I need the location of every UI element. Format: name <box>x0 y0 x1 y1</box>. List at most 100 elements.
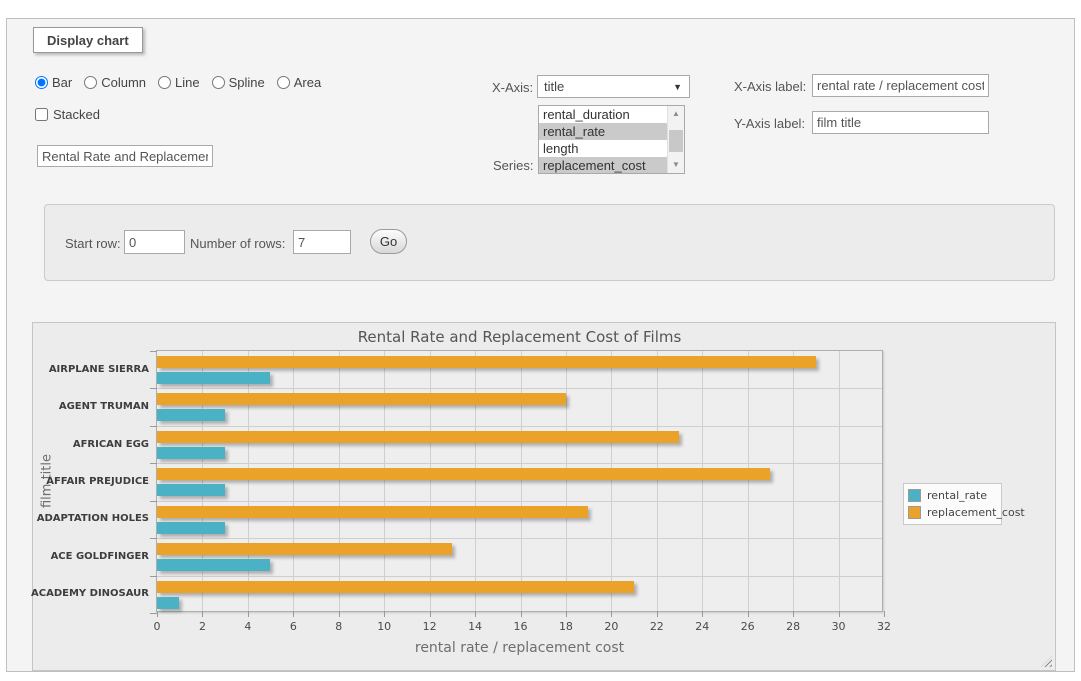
bar-replacement_cost <box>157 356 816 368</box>
chart-type-radio-area[interactable] <box>277 76 290 89</box>
series-option-length[interactable]: length <box>539 140 667 157</box>
chevron-down-icon: ▼ <box>673 82 682 92</box>
gridline <box>248 351 249 611</box>
x-tick-label: 18 <box>551 620 581 633</box>
gridline <box>657 351 658 611</box>
x-tick-label: 0 <box>142 620 172 633</box>
y-tick-mark <box>150 388 157 389</box>
gridline <box>521 351 522 611</box>
gridline <box>202 351 203 611</box>
x-tick-mark <box>657 611 658 617</box>
x-tick-mark <box>611 611 612 617</box>
x-tick-label: 14 <box>460 620 490 633</box>
legend-item-replacement_cost: replacement_cost <box>908 504 997 521</box>
x-axis-label-input[interactable] <box>812 74 989 97</box>
gridline <box>157 538 882 539</box>
number-of-rows-label: Number of rows: <box>190 236 285 251</box>
gridline <box>430 351 431 611</box>
category-label: ADAPTATION HOLES <box>25 513 149 524</box>
gridline <box>384 351 385 611</box>
gridline <box>702 351 703 611</box>
x-tick-mark <box>884 611 885 617</box>
legend-swatch-icon <box>908 489 921 502</box>
x-tick-mark <box>157 611 158 617</box>
chart-container: Rental Rate and Replacement Cost of Film… <box>32 322 1056 671</box>
x-tick-mark <box>384 611 385 617</box>
gridline <box>157 426 882 427</box>
bar-rental_rate <box>157 447 225 459</box>
category-label: ACE GOLDFINGER <box>25 551 149 562</box>
y-tick-mark <box>150 613 157 614</box>
bar-rental_rate <box>157 559 270 571</box>
y-tick-mark <box>150 426 157 427</box>
scrollbar-thumb[interactable] <box>669 130 683 152</box>
gridline <box>475 351 476 611</box>
chart-title-input[interactable] <box>37 145 213 167</box>
chart-type-radio-line[interactable] <box>158 76 171 89</box>
gridline <box>157 463 882 464</box>
gridline <box>157 501 882 502</box>
stacked-checkbox[interactable] <box>35 108 48 121</box>
x-tick-label: 16 <box>506 620 536 633</box>
x-tick-mark <box>839 611 840 617</box>
series-scrollbar[interactable]: ▲ ▼ <box>667 106 684 173</box>
chart-type-option-column[interactable]: Column <box>84 75 146 90</box>
start-row-input[interactable] <box>124 230 185 254</box>
y-tick-mark <box>150 351 157 352</box>
x-tick-label: 28 <box>778 620 808 633</box>
x-tick-mark <box>748 611 749 617</box>
number-of-rows-input[interactable] <box>293 230 351 254</box>
start-row-label: Start row: <box>65 236 121 251</box>
category-label: AGENT TRUMAN <box>25 401 149 412</box>
gridline <box>566 351 567 611</box>
go-button[interactable]: Go <box>370 229 407 254</box>
series-listbox[interactable]: rental_durationrental_ratelengthreplacem… <box>538 105 685 174</box>
chart-type-radio-column[interactable] <box>84 76 97 89</box>
x-tick-label: 8 <box>324 620 354 633</box>
series-option-replacement_cost[interactable]: replacement_cost <box>539 157 667 174</box>
chart-type-radio-spline[interactable] <box>212 76 225 89</box>
chart-type-label: Spline <box>229 75 265 90</box>
chart-title: Rental Rate and Replacement Cost of Film… <box>156 328 883 346</box>
gridline <box>748 351 749 611</box>
chart-x-axis-label: rental rate / replacement cost <box>156 640 883 656</box>
resize-handle-icon[interactable] <box>1041 656 1052 667</box>
x-tick-mark <box>475 611 476 617</box>
x-tick-label: 26 <box>733 620 763 633</box>
chart-legend: rental_rate replacement_cost <box>903 483 1002 525</box>
x-tick-mark <box>430 611 431 617</box>
y-axis-label-input[interactable] <box>812 111 989 134</box>
chart-type-label: Bar <box>52 75 72 90</box>
stacked-label: Stacked <box>53 107 100 122</box>
series-options: rental_durationrental_ratelengthreplacem… <box>539 106 667 173</box>
category-label: AFFAIR PREJUDICE <box>25 476 149 487</box>
chart-type-option-line[interactable]: Line <box>158 75 200 90</box>
bar-replacement_cost <box>157 581 634 593</box>
x-tick-mark <box>566 611 567 617</box>
x-tick-label: 12 <box>415 620 445 633</box>
x-axis-select-label: X-Axis: <box>492 80 533 95</box>
gridline <box>793 351 794 611</box>
gridline <box>611 351 612 611</box>
x-tick-label: 30 <box>824 620 854 633</box>
series-option-rental_duration[interactable]: rental_duration <box>539 106 667 123</box>
x-tick-label: 10 <box>369 620 399 633</box>
category-label: AFRICAN EGG <box>25 439 149 450</box>
chart-type-radio-bar[interactable] <box>35 76 48 89</box>
bar-replacement_cost <box>157 431 679 443</box>
bar-rental_rate <box>157 372 270 384</box>
stacked-checkbox-row: Stacked <box>35 107 100 122</box>
x-tick-label: 32 <box>869 620 899 633</box>
scroll-up-icon[interactable]: ▲ <box>668 106 684 122</box>
x-tick-mark <box>248 611 249 617</box>
chart-type-option-bar[interactable]: Bar <box>35 75 72 90</box>
legend-label: rental_rate <box>927 489 987 502</box>
series-option-rental_rate[interactable]: rental_rate <box>539 123 667 140</box>
x-tick-mark <box>702 611 703 617</box>
scroll-down-icon[interactable]: ▼ <box>668 157 684 173</box>
chart-type-option-area[interactable]: Area <box>277 75 321 90</box>
chart-type-label: Column <box>101 75 146 90</box>
chart-type-option-spline[interactable]: Spline <box>212 75 265 90</box>
x-axis-select[interactable]: title ▼ <box>537 75 690 98</box>
x-tick-label: 20 <box>596 620 626 633</box>
